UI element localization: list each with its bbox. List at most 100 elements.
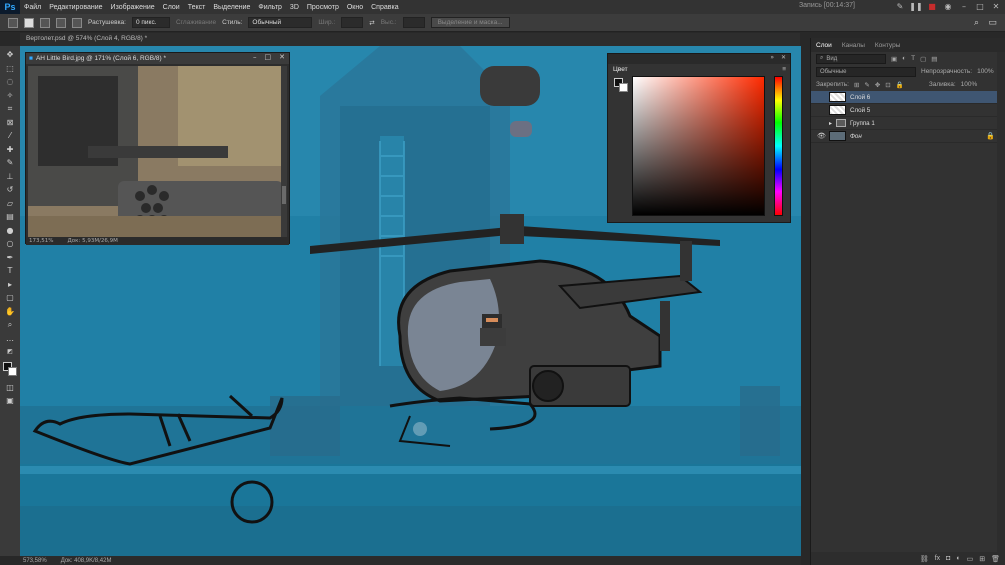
menu-select[interactable]: Выделение bbox=[209, 4, 254, 11]
color-swatches[interactable] bbox=[2, 361, 18, 377]
tab-channels[interactable]: Каналы bbox=[842, 42, 865, 49]
hand-tool-icon[interactable]: ✋ bbox=[2, 305, 18, 319]
reference-minimize-icon[interactable]: – bbox=[253, 53, 257, 61]
menu-view[interactable]: Просмотр bbox=[303, 4, 343, 11]
color-panel-collapse-icon[interactable]: » bbox=[770, 54, 774, 61]
stop-icon[interactable]: ■ bbox=[927, 1, 937, 12]
zoom-tool-icon[interactable]: ⌕ bbox=[2, 318, 18, 332]
blur-tool-icon[interactable]: ● bbox=[2, 224, 18, 238]
pen-tool-icon[interactable]: ✒ bbox=[2, 251, 18, 265]
lock-position-icon[interactable]: ✥ bbox=[875, 81, 880, 89]
layer-group-row[interactable]: ▸ Группа 1 bbox=[811, 117, 1005, 130]
workspace-icon[interactable]: ▭ bbox=[988, 17, 997, 28]
width-input[interactable] bbox=[341, 17, 364, 28]
lock-transparent-icon[interactable]: ⊞ bbox=[854, 81, 859, 89]
menu-layers[interactable]: Слои bbox=[159, 4, 184, 11]
select-and-mask-button[interactable]: Выделение и маска... bbox=[430, 17, 510, 28]
document-tab[interactable]: Вертолет.psd @ 574% (Слой 4, RGB/8) * bbox=[20, 33, 800, 46]
layer-row[interactable]: Слой 5 bbox=[811, 104, 1005, 117]
reference-image-window[interactable]: ■ AH Little Bird.jpg @ 171% (Слой 6, RGB… bbox=[25, 52, 290, 245]
background-color-swatch[interactable] bbox=[8, 366, 17, 376]
menu-window[interactable]: Окно bbox=[343, 4, 367, 11]
marquee-tool-icon[interactable]: ⬚ bbox=[2, 62, 18, 76]
menu-image[interactable]: Изображение bbox=[107, 4, 159, 11]
eye-icon[interactable]: 👁 bbox=[817, 132, 826, 140]
adjustment-layer-icon[interactable]: ◐ bbox=[956, 555, 960, 562]
shape-tool-icon[interactable]: ▢ bbox=[2, 291, 18, 305]
style-select[interactable]: Обычный bbox=[248, 17, 313, 28]
filter-shape-icon[interactable]: ▢ bbox=[920, 55, 926, 63]
feather-input[interactable]: 0 пикс. bbox=[131, 17, 170, 28]
tab-paths[interactable]: Контуры bbox=[875, 42, 901, 49]
move-tool-icon[interactable]: ✥ bbox=[2, 48, 18, 62]
healing-brush-tool-icon[interactable]: ✚ bbox=[2, 143, 18, 157]
search-icon[interactable]: ⌕ bbox=[974, 17, 979, 28]
maximize-icon[interactable]: □ bbox=[975, 1, 985, 12]
filter-type-icon[interactable]: T bbox=[911, 55, 915, 62]
subtract-selection-icon[interactable] bbox=[56, 17, 66, 28]
new-group-icon[interactable]: ▭ bbox=[967, 555, 974, 563]
lock-pixels-icon[interactable]: ✎ bbox=[864, 81, 869, 89]
magic-wand-tool-icon[interactable]: ✧ bbox=[2, 89, 18, 103]
reference-close-icon[interactable]: ✕ bbox=[279, 53, 285, 61]
dodge-tool-icon[interactable]: ○ bbox=[2, 237, 18, 251]
layer-row[interactable]: 👁 Фон 🔒 bbox=[811, 130, 1005, 143]
lasso-tool-icon[interactable]: ◌ bbox=[2, 75, 18, 89]
blend-mode-select[interactable]: Обычные bbox=[816, 66, 916, 77]
reference-maximize-icon[interactable]: □ bbox=[265, 53, 272, 61]
color-panel-menu-icon[interactable]: ≡ bbox=[782, 66, 786, 73]
intersect-selection-icon[interactable] bbox=[72, 17, 82, 28]
layer-row[interactable]: Слой 6 bbox=[811, 91, 1005, 104]
minimize-icon[interactable]: – bbox=[959, 1, 969, 12]
filter-pixel-icon[interactable]: ▣ bbox=[891, 55, 897, 63]
marquee-tool-preset-icon[interactable] bbox=[8, 17, 18, 28]
menu-help[interactable]: Справка bbox=[367, 4, 402, 11]
default-colors-icon[interactable]: ◩ bbox=[2, 345, 18, 359]
history-brush-tool-icon[interactable]: ↺ bbox=[2, 183, 18, 197]
tab-layers[interactable]: Слои bbox=[816, 42, 832, 49]
add-selection-icon[interactable] bbox=[40, 17, 50, 28]
new-selection-icon[interactable] bbox=[24, 17, 34, 28]
camera-icon[interactable]: ◉ bbox=[943, 1, 953, 12]
link-layers-icon[interactable]: ⛓ bbox=[920, 555, 929, 563]
pen-icon[interactable]: ✎ bbox=[895, 1, 905, 12]
layer-filter-select[interactable]: ⌕ Вид bbox=[816, 53, 886, 64]
antialias-checkbox[interactable]: Сглаживание bbox=[176, 19, 216, 26]
close-icon[interactable]: ✕ bbox=[991, 1, 1001, 12]
chevron-right-icon[interactable]: ▸ bbox=[829, 120, 832, 127]
eyedropper-tool-icon[interactable]: ⁄ bbox=[2, 129, 18, 143]
color-panel-background-swatch[interactable] bbox=[619, 83, 628, 92]
opacity-value[interactable]: 100% bbox=[977, 68, 994, 75]
menu-edit[interactable]: Редактирование bbox=[45, 4, 106, 11]
hue-slider[interactable] bbox=[774, 76, 783, 216]
reference-scrollbar[interactable] bbox=[281, 66, 287, 237]
type-tool-icon[interactable]: T bbox=[2, 264, 18, 278]
color-panel[interactable]: » ✕ Цвет ≡ bbox=[607, 53, 791, 223]
swap-icon[interactable]: ⇄ bbox=[369, 19, 374, 27]
menu-filter[interactable]: Фильтр bbox=[254, 4, 286, 11]
screen-mode-icon[interactable]: ▣ bbox=[2, 394, 18, 408]
color-spectrum-field[interactable] bbox=[632, 76, 765, 216]
quick-mask-icon[interactable]: ◫ bbox=[2, 381, 18, 395]
path-selection-tool-icon[interactable]: ▸ bbox=[2, 278, 18, 292]
gradient-tool-icon[interactable]: ▤ bbox=[2, 210, 18, 224]
height-input[interactable] bbox=[402, 17, 425, 28]
lock-artboard-icon[interactable]: ⊡ bbox=[885, 81, 890, 89]
fill-value[interactable]: 100% bbox=[961, 81, 978, 88]
delete-layer-icon[interactable]: 🗑 bbox=[991, 555, 1000, 563]
new-layer-icon[interactable]: ⊞ bbox=[979, 555, 985, 563]
more-tools-icon[interactable]: … bbox=[2, 332, 18, 346]
brush-tool-icon[interactable]: ✎ bbox=[2, 156, 18, 170]
menu-3d[interactable]: 3D bbox=[286, 4, 303, 11]
clone-stamp-tool-icon[interactable]: ⊥ bbox=[2, 170, 18, 184]
filter-adjust-icon[interactable]: ◐ bbox=[902, 55, 906, 62]
pause-icon[interactable]: ❚❚ bbox=[909, 1, 922, 12]
filter-smart-icon[interactable]: ▤ bbox=[931, 55, 937, 63]
menu-type[interactable]: Текст bbox=[184, 4, 210, 11]
add-mask-icon[interactable]: ◘ bbox=[946, 555, 950, 562]
frame-tool-icon[interactable]: ⊠ bbox=[2, 116, 18, 130]
eraser-tool-icon[interactable]: ▱ bbox=[2, 197, 18, 211]
color-panel-close-icon[interactable]: ✕ bbox=[781, 54, 786, 61]
menu-file[interactable]: Файл bbox=[20, 4, 45, 11]
fx-icon[interactable]: fx bbox=[935, 555, 940, 562]
